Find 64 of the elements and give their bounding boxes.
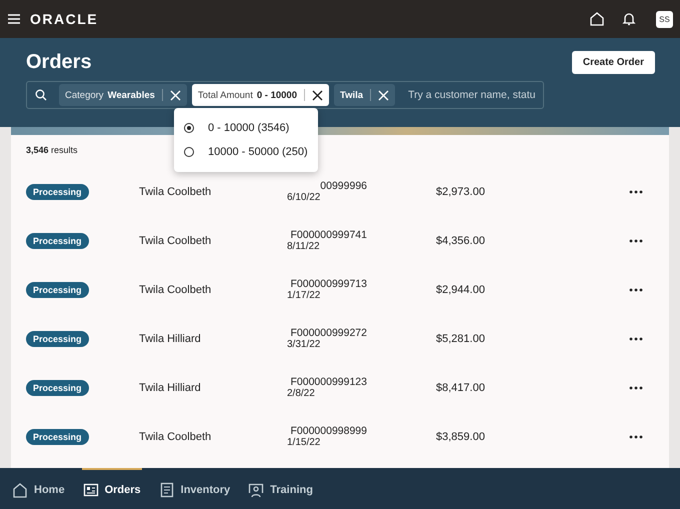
order-number: F000000999741 bbox=[290, 229, 367, 241]
brand-logo: ORACLE bbox=[30, 11, 98, 27]
order-date: 6/10/22 bbox=[287, 192, 322, 203]
option-label: 0 - 10000 (3546) bbox=[208, 122, 290, 134]
dropdown-option[interactable]: 10000 - 50000 (250) bbox=[174, 140, 318, 164]
nav-tab[interactable]: Home bbox=[11, 468, 66, 509]
menu-icon[interactable] bbox=[8, 14, 20, 24]
customer-name: Twila Hilliard bbox=[139, 332, 201, 344]
home-icon[interactable] bbox=[590, 12, 604, 26]
filter-chip[interactable]: Twila bbox=[334, 84, 396, 106]
customer-name: Twila Coolbeth bbox=[139, 234, 212, 246]
bell-icon[interactable] bbox=[622, 12, 636, 26]
customer-name: Twila Coolbeth bbox=[139, 284, 212, 296]
radio-button[interactable] bbox=[184, 123, 194, 133]
nav-tab[interactable]: Inventory bbox=[158, 468, 232, 509]
customer-name: Twila Coolbeth bbox=[139, 186, 212, 198]
id-card-icon bbox=[82, 482, 99, 498]
order-number: F000000999123 bbox=[290, 376, 367, 388]
status-badge: Processing bbox=[26, 282, 89, 298]
order-amount: $5,281.00 bbox=[436, 332, 485, 344]
order-amount: $2,973.00 bbox=[436, 186, 485, 198]
presenter-icon bbox=[248, 482, 264, 498]
more-icon[interactable] bbox=[629, 386, 643, 390]
order-date: 3/31/22 bbox=[287, 339, 322, 350]
status-badge: Processing bbox=[26, 380, 89, 396]
nav-tab[interactable]: Orders bbox=[82, 468, 142, 509]
radio-button[interactable] bbox=[184, 147, 194, 157]
status-badge: Processing bbox=[26, 330, 89, 346]
more-icon[interactable] bbox=[629, 288, 643, 292]
nav-tab[interactable]: Training bbox=[247, 468, 314, 509]
filter-chip[interactable]: Total Amount 0 - 10000 bbox=[192, 84, 329, 106]
page-title: Orders bbox=[26, 51, 92, 74]
search-field[interactable]: Category Wearables Total Amount 0 - 10000 Twila Try a customer name, statu bbox=[26, 81, 544, 109]
order-number: F000000999713 bbox=[290, 278, 367, 290]
document-icon bbox=[158, 482, 175, 498]
option-label: 10000 - 50000 (250) bbox=[208, 146, 308, 158]
home-icon bbox=[12, 482, 28, 498]
order-amount: $2,944.00 bbox=[436, 284, 485, 296]
user-avatar[interactable]: SS bbox=[656, 10, 673, 28]
more-icon[interactable] bbox=[629, 238, 643, 242]
search-icon bbox=[35, 89, 47, 101]
order-date: 8/11/22 bbox=[287, 241, 321, 252]
filter-chip[interactable]: Category Wearables bbox=[59, 84, 187, 106]
more-icon[interactable] bbox=[629, 336, 643, 340]
order-amount: $3,859.00 bbox=[436, 430, 485, 442]
status-badge: Processing bbox=[26, 232, 89, 248]
order-date: 2/8/22 bbox=[287, 388, 316, 399]
status-badge: Processing bbox=[26, 184, 89, 200]
dropdown-option[interactable]: 0 - 10000 (3546) bbox=[174, 116, 318, 140]
order-amount: $8,417.00 bbox=[436, 382, 485, 394]
customer-name: Twila Hilliard bbox=[139, 382, 201, 394]
status-badge: Processing bbox=[26, 428, 89, 444]
order-number: 00999996 bbox=[320, 180, 367, 192]
create-order-button[interactable]: Create Order bbox=[572, 51, 655, 74]
results-count: 3,546 results bbox=[26, 145, 78, 155]
more-icon[interactable] bbox=[629, 434, 643, 438]
order-date: 1/15/22 bbox=[287, 437, 322, 448]
customer-name: Twila Coolbeth bbox=[139, 430, 212, 442]
order-date: 1/17/22 bbox=[287, 290, 322, 301]
order-number: F000000999272 bbox=[290, 327, 367, 339]
more-icon[interactable] bbox=[629, 190, 643, 194]
close-icon[interactable] bbox=[312, 90, 323, 100]
order-number: F000000998999 bbox=[290, 425, 367, 437]
order-amount: $4,356.00 bbox=[436, 234, 485, 246]
